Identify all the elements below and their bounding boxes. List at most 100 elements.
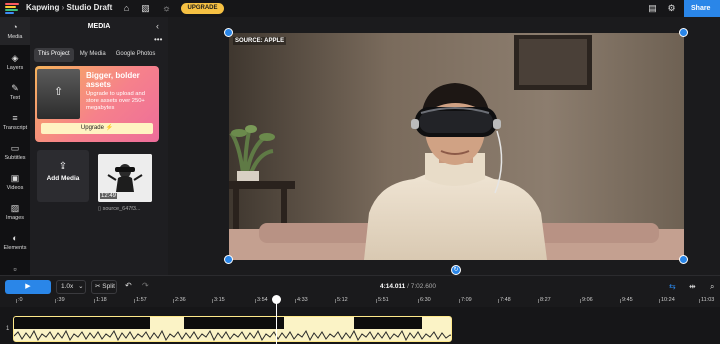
promo-upgrade-button[interactable]: Upgrade ⚡ bbox=[41, 123, 153, 134]
image-icon[interactable]: ▧ bbox=[140, 3, 151, 14]
fit-timeline-icon[interactable]: ⇆ bbox=[669, 282, 676, 291]
tab-my-media[interactable]: My Media bbox=[76, 48, 110, 62]
media-icon: ◔ bbox=[12, 22, 18, 32]
add-media-label: Add Media bbox=[46, 175, 80, 182]
theme-icon[interactable]: ☼ bbox=[161, 3, 172, 14]
rail-item-more[interactable]: ▫ bbox=[0, 264, 30, 274]
breadcrumb: Kapwing › Studio Draft bbox=[26, 3, 112, 12]
media-asset-thumbnail[interactable]: 12:49 bbox=[98, 154, 152, 202]
home-icon[interactable]: ⌂ bbox=[121, 3, 132, 14]
collapse-panel-icon[interactable]: ‹ bbox=[156, 21, 159, 31]
ruler-tick: 3:15 bbox=[212, 297, 225, 303]
rail-item-videos[interactable]: ▣ Videos bbox=[0, 173, 30, 191]
rail-item-transcript[interactable]: ≡ Transcript bbox=[0, 113, 30, 131]
ruler-tick: 4:33 bbox=[295, 297, 308, 303]
ruler-tick: 2:36 bbox=[173, 297, 186, 303]
timeline-toolbar: ▶ 1.0x ⌄ ✂ Split ↶ ↷ 4:14.011 / 7:02.600… bbox=[0, 275, 720, 297]
rail-item-label: Text bbox=[9, 95, 21, 101]
undo-icon[interactable]: ↶ bbox=[125, 281, 132, 290]
ruler-tick: :0 bbox=[16, 297, 23, 303]
ruler-tick: 11:03 bbox=[698, 297, 715, 303]
rail-item-label: Elements bbox=[3, 245, 27, 251]
track-number: 1 bbox=[6, 326, 10, 332]
promo-image: ⇧ bbox=[37, 69, 80, 119]
playhead[interactable] bbox=[276, 300, 277, 344]
audio-waveform bbox=[14, 329, 451, 341]
rail-item-layers[interactable]: ◈ Layers bbox=[0, 53, 30, 71]
play-icon: ▶ bbox=[25, 283, 31, 290]
top-bar: Kapwing › Studio Draft ⌂ ▧ ☼ UPGRADE ▤ ⚙… bbox=[0, 0, 720, 17]
video-preview[interactable] bbox=[229, 33, 684, 260]
video-clip[interactable] bbox=[13, 316, 452, 342]
expand-timeline-icon[interactable]: ⇹ bbox=[689, 282, 696, 291]
ruler-tick: :39 bbox=[55, 297, 65, 303]
playback-speed-select[interactable]: 1.0x ⌄ bbox=[56, 280, 86, 294]
video-frame bbox=[229, 33, 684, 260]
clip-segment bbox=[354, 317, 422, 329]
add-media-button[interactable]: ⇪ Add Media bbox=[37, 150, 89, 202]
rail-item-label: Transcript bbox=[2, 125, 28, 131]
resize-handle-bottom-left[interactable] bbox=[224, 255, 233, 264]
timeline-ruler[interactable]: :0 :39 1:18 1:57 2:36 3:15 3:54 4:33 5:1… bbox=[0, 297, 720, 307]
ruler-tick: 10:24 bbox=[659, 297, 675, 303]
clip-segment bbox=[14, 317, 150, 329]
ruler-tick: 5:12 bbox=[335, 297, 348, 303]
ruler-tick: 7:48 bbox=[498, 297, 511, 303]
zoom-icon[interactable]: ⌕ bbox=[710, 282, 714, 292]
media-panel: MEDIA ‹ ••• This Project My Media Google… bbox=[30, 17, 168, 275]
subtitles-icon: ▭ bbox=[10, 143, 20, 153]
panel-title: MEDIA bbox=[87, 23, 111, 30]
total-time: / 7:02.600 bbox=[407, 283, 437, 290]
media-tabs: This Project My Media Google Photos bbox=[34, 48, 161, 62]
scissors-icon: ✂ bbox=[95, 283, 101, 290]
rail-item-label: Media bbox=[7, 34, 23, 40]
rail-item-media[interactable]: ◔ Media bbox=[0, 17, 30, 45]
tab-this-project[interactable]: This Project bbox=[34, 48, 74, 62]
share-label: Share bbox=[691, 5, 711, 12]
rail-item-label: Images bbox=[5, 215, 25, 221]
source-watermark: SOURCE: APPLE bbox=[233, 37, 287, 45]
rail-item-label: Videos bbox=[6, 185, 24, 191]
rotate-handle-icon[interactable]: ↻ bbox=[451, 265, 461, 275]
promo-title: Bigger, bolder assets bbox=[86, 71, 140, 89]
asset-duration: 12:49 bbox=[100, 193, 118, 199]
ruler-tick: 8:27 bbox=[538, 297, 551, 303]
resize-handle-bottom-right[interactable] bbox=[679, 255, 688, 264]
videos-icon: ▣ bbox=[10, 173, 20, 183]
comments-icon[interactable]: ▤ bbox=[647, 3, 658, 14]
split-label: Split bbox=[102, 283, 115, 290]
chevron-down-icon: ⌄ bbox=[78, 283, 84, 290]
resize-handle-top-left[interactable] bbox=[224, 28, 233, 37]
settings-gear-icon[interactable]: ⚙ bbox=[666, 3, 677, 14]
tab-google-photos[interactable]: Google Photos bbox=[112, 48, 160, 62]
speed-value: 1.0x bbox=[61, 283, 74, 290]
rail-item-elements[interactable]: ◐ Elements bbox=[0, 233, 30, 251]
clip-segment bbox=[184, 317, 284, 329]
share-button[interactable]: Share bbox=[684, 0, 720, 17]
ruler-tick: 1:57 bbox=[134, 297, 147, 303]
rail-item-text[interactable]: ✎ Text bbox=[0, 83, 30, 101]
more-icon: ▫ bbox=[13, 264, 17, 274]
promo-text: Upgrade to upload and store assets over … bbox=[86, 91, 145, 111]
kapwing-logo[interactable] bbox=[5, 3, 19, 14]
brand-name[interactable]: Kapwing bbox=[26, 3, 59, 12]
asset-name: source_647f3... bbox=[102, 206, 141, 212]
redo-icon[interactable]: ↷ bbox=[142, 281, 149, 290]
split-button[interactable]: ✂ Split bbox=[91, 280, 117, 294]
upgrade-button[interactable]: UPGRADE bbox=[181, 3, 224, 14]
upload-icon: ⇧ bbox=[54, 86, 64, 98]
left-rail: ◔ Media ◈ Layers ✎ Text ≡ Transcript ▭ S… bbox=[0, 17, 30, 275]
resize-handle-top-right[interactable] bbox=[679, 28, 688, 37]
play-button[interactable]: ▶ bbox=[5, 280, 51, 294]
rail-item-images[interactable]: ▨ Images bbox=[0, 203, 30, 221]
more-options-icon[interactable]: ••• bbox=[154, 35, 162, 44]
ruler-tick: 6:30 bbox=[418, 297, 431, 303]
text-icon: ✎ bbox=[11, 83, 19, 93]
ruler-tick: 3:54 bbox=[255, 297, 268, 303]
rail-item-subtitles[interactable]: ▭ Subtitles bbox=[0, 143, 30, 161]
ruler-tick: 7:09 bbox=[459, 297, 472, 303]
breadcrumb-separator: › bbox=[61, 3, 65, 12]
images-icon: ▨ bbox=[10, 203, 20, 213]
project-title[interactable]: Studio Draft bbox=[66, 3, 112, 12]
time-display: 4:14.011 / 7:02.600 bbox=[380, 283, 436, 290]
